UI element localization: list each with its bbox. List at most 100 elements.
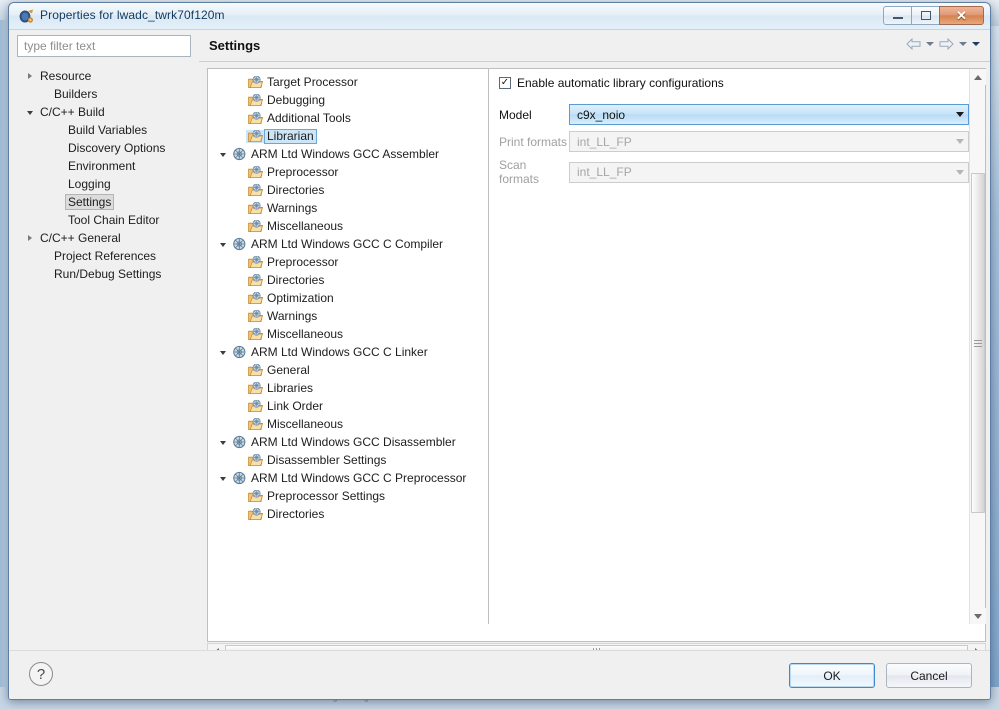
folder-icon — [246, 453, 264, 467]
vertical-scroll-thumb[interactable] — [971, 173, 985, 513]
sidebar-item-logging[interactable]: Logging — [17, 175, 191, 193]
forward-dropdown-icon[interactable] — [959, 42, 967, 46]
sidebar-item-label: Discovery Options — [68, 141, 166, 155]
cancel-button[interactable]: Cancel — [886, 663, 972, 688]
sidebar-item-build-variables[interactable]: Build Variables — [17, 121, 191, 139]
tool-tree-item-debugging[interactable]: Debugging — [208, 91, 488, 109]
tool-tree-item-preprocessor[interactable]: Preprocessor — [208, 163, 488, 181]
settings-nav-tree[interactable]: Resource Builders C/C++ Build Build Variabl… — [17, 63, 191, 643]
sidebar-item-builders[interactable]: Builders — [17, 85, 191, 103]
tool-tree-item-general[interactable]: General — [208, 361, 488, 379]
view-menu-icon[interactable] — [972, 42, 980, 46]
help-button[interactable]: ? — [29, 662, 53, 686]
folder-icon — [246, 381, 264, 395]
tool-tree-item-additional-tools[interactable]: Additional Tools — [208, 109, 488, 127]
tool-tree-item-directories[interactable]: Directories — [208, 505, 488, 523]
folder-icon — [246, 93, 264, 107]
tool-tree-item-link-order[interactable]: Link Order — [208, 397, 488, 415]
form-vertical-scrollbar[interactable] — [969, 69, 986, 624]
sidebar-item-label: C/C++ General — [40, 231, 121, 245]
scroll-up-button[interactable] — [970, 69, 986, 85]
tool-tree-item-arm-ltd-windows-gcc-c-linker[interactable]: ARM Ltd Windows GCC C Linker — [208, 343, 488, 361]
sidebar-item-discovery-options[interactable]: Discovery Options — [17, 139, 191, 157]
ok-button-label: OK — [823, 668, 841, 683]
chevron-down-icon — [220, 351, 226, 355]
tool-tree-item-optimization[interactable]: Optimization — [208, 289, 488, 307]
tool-tree-item-target-processor[interactable]: Target Processor — [208, 73, 488, 91]
folder-icon — [246, 165, 264, 179]
sidebar-item-label: Environment — [68, 159, 136, 173]
tool-tree-item-libraries[interactable]: Libraries — [208, 379, 488, 397]
tool-tree-item-miscellaneous[interactable]: Miscellaneous — [208, 325, 488, 343]
tool-tree-item-preprocessor-settings[interactable]: Preprocessor Settings — [208, 487, 488, 505]
sidebar-item-settings[interactable]: Settings — [17, 193, 191, 211]
tool-tree-item-disassembler-settings[interactable]: Disassembler Settings — [208, 451, 488, 469]
tool-tree-item-arm-ltd-windows-gcc-c-preprocessor[interactable]: ARM Ltd Windows GCC C Preprocessor — [208, 469, 488, 487]
tool-tree-item-arm-ltd-windows-gcc-c-compiler[interactable]: ARM Ltd Windows GCC C Compiler — [208, 235, 488, 253]
tool-tree-item-directories[interactable]: Directories — [208, 271, 488, 289]
sidebar-item-c-c-general[interactable]: C/C++ General — [17, 229, 191, 247]
tool-tree-item-warnings[interactable]: Warnings — [208, 307, 488, 325]
expander-expanded-icon[interactable] — [216, 475, 230, 481]
tool-tree-item-preprocessor[interactable]: Preprocessor — [208, 253, 488, 271]
tool-tree-item-label: Miscellaneous — [267, 326, 344, 341]
minimize-icon — [892, 17, 903, 19]
sidebar-item-label: Logging — [68, 177, 111, 191]
restore-button[interactable] — [911, 6, 940, 25]
back-arrow-icon[interactable] — [906, 38, 921, 50]
folder-icon — [246, 327, 264, 341]
expander-expanded-icon[interactable] — [216, 241, 230, 247]
enable-auto-library-label: Enable automatic library configurations — [517, 76, 724, 90]
expander-expanded-icon[interactable] — [216, 151, 230, 157]
dialog-titlebar[interactable]: Properties for lwadc_twrk70f120m ✕ — [9, 3, 990, 30]
chevron-down-icon[interactable] — [956, 112, 964, 117]
folder-icon — [246, 219, 264, 233]
expander-collapsed-icon[interactable] — [23, 235, 37, 241]
tool-icon — [230, 345, 248, 359]
model-dropdown[interactable]: c9x_noio — [569, 104, 969, 125]
close-button[interactable]: ✕ — [939, 6, 984, 25]
tool-tree-item-label: Additional Tools — [267, 110, 351, 125]
expander-collapsed-icon[interactable] — [23, 73, 37, 79]
tool-tree-item-warnings[interactable]: Warnings — [208, 199, 488, 217]
scroll-down-button[interactable] — [970, 608, 986, 624]
page-header: Settings — [199, 30, 990, 62]
enable-auto-library-checkbox[interactable]: ✓ — [499, 77, 511, 89]
chevron-down-icon — [956, 139, 964, 144]
filter-input[interactable]: type filter text — [17, 35, 191, 57]
tool-tree-item-label: Preprocessor — [267, 164, 339, 179]
tool-tree-item-label: Warnings — [267, 308, 318, 323]
tool-tree-item-label: Preprocessor — [267, 254, 339, 269]
restore-icon — [920, 11, 931, 20]
tool-tree-item-label: ARM Ltd Windows GCC Assembler — [251, 146, 440, 161]
enable-auto-library-row[interactable]: ✓ Enable automatic library configuration… — [499, 76, 724, 90]
tool-tree-item-arm-ltd-windows-gcc-assembler[interactable]: ARM Ltd Windows GCC Assembler — [208, 145, 488, 163]
sidebar-item-label: Build Variables — [68, 123, 148, 137]
tool-tree-item-label: Directories — [267, 272, 325, 287]
sidebar-item-tool-chain-editor[interactable]: Tool Chain Editor — [17, 211, 191, 229]
tool-tree-item-librarian[interactable]: Librarian — [208, 127, 488, 145]
minimize-button[interactable] — [883, 6, 912, 25]
sidebar-item-project-references[interactable]: Project References — [17, 247, 191, 265]
tool-tree-item-label: Warnings — [267, 200, 318, 215]
tool-tree-item-directories[interactable]: Directories — [208, 181, 488, 199]
expander-expanded-icon[interactable] — [216, 349, 230, 355]
sidebar-item-environment[interactable]: Environment — [17, 157, 191, 175]
tool-tree-item-miscellaneous[interactable]: Miscellaneous — [208, 217, 488, 235]
folder-icon — [246, 201, 264, 215]
tool-tree-item-miscellaneous[interactable]: Miscellaneous — [208, 415, 488, 433]
sidebar-item-c-c-build[interactable]: C/C++ Build — [17, 103, 191, 121]
forward-arrow-icon[interactable] — [939, 38, 954, 50]
tool-icon — [230, 147, 248, 161]
tool-tree-item-arm-ltd-windows-gcc-disassembler[interactable]: ARM Ltd Windows GCC Disassembler — [208, 433, 488, 451]
sidebar-item-run-debug-settings[interactable]: Run/Debug Settings — [17, 265, 191, 283]
tool-tree-item-label: Link Order — [267, 398, 324, 413]
tool-settings-tree[interactable]: Target Processor Debugging Additional Tool… — [208, 69, 489, 624]
folder-icon — [246, 309, 264, 323]
expander-expanded-icon[interactable] — [216, 439, 230, 445]
ok-button[interactable]: OK — [789, 663, 875, 688]
expander-expanded-icon[interactable] — [23, 109, 37, 115]
back-dropdown-icon[interactable] — [926, 42, 934, 46]
window-controls: ✕ — [883, 6, 984, 25]
sidebar-item-resource[interactable]: Resource — [17, 67, 191, 85]
